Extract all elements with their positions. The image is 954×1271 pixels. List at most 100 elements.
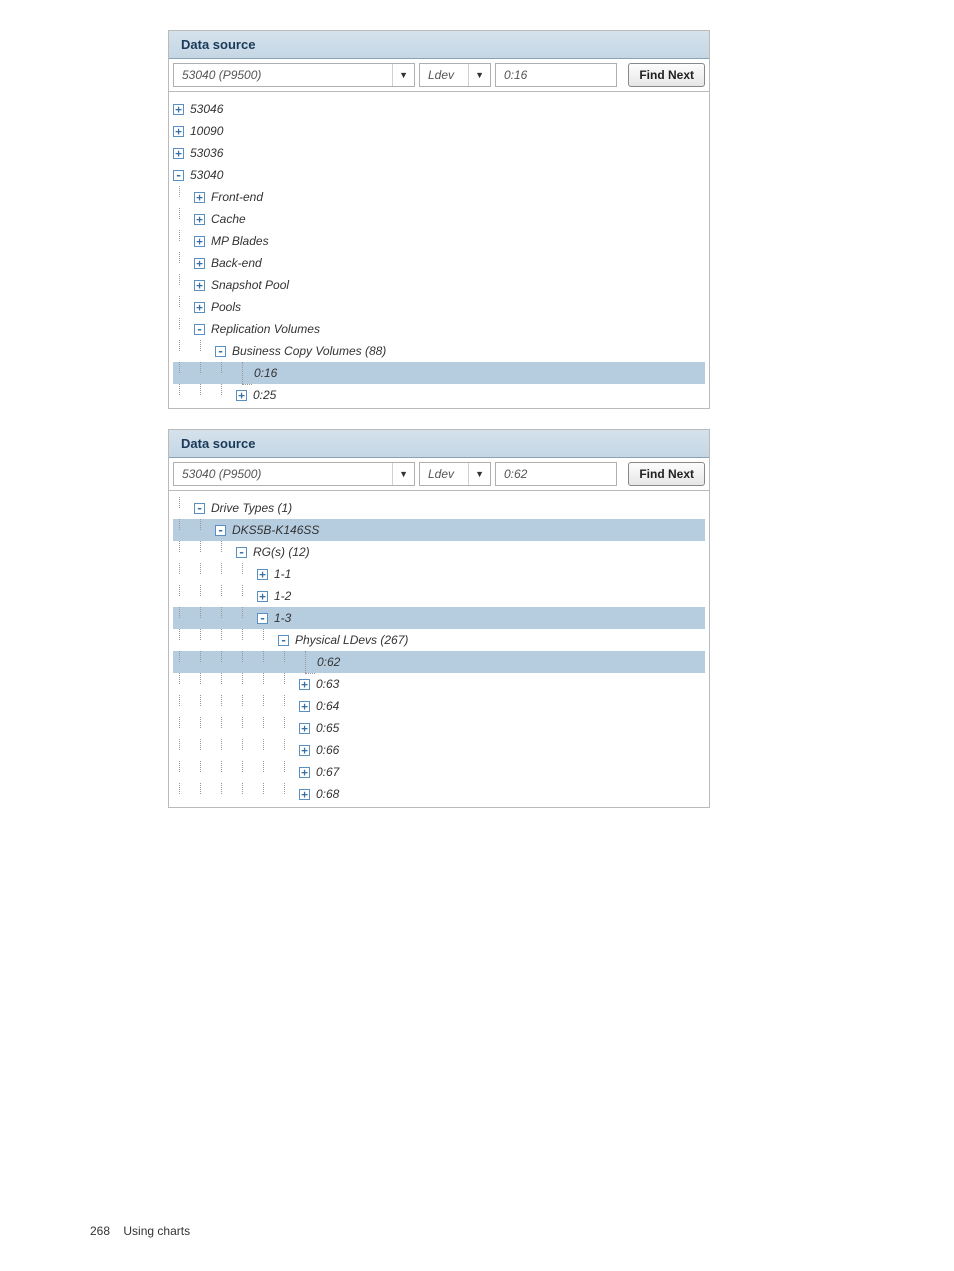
tree-node[interactable]: +Pools <box>173 296 705 318</box>
tree-node[interactable]: + Front-end <box>173 186 705 208</box>
section-title: Using charts <box>123 1224 190 1238</box>
tree-node[interactable]: 0:16 <box>173 362 705 384</box>
find-next-button[interactable]: Find Next <box>628 462 705 486</box>
expand-icon[interactable]: + <box>299 701 310 712</box>
expand-icon[interactable]: + <box>299 745 310 756</box>
tree-node-label: MP Blades <box>211 234 269 248</box>
source-select-value: 53040 (P9500) <box>174 68 392 82</box>
tree-node-label: Drive Types (1) <box>211 501 292 515</box>
tree-node-label: Replication Volumes <box>211 322 320 336</box>
tree-node[interactable]: -1-3 <box>173 607 705 629</box>
tree-node[interactable]: -Replication Volumes <box>173 318 705 340</box>
collapse-icon[interactable]: - <box>194 503 205 514</box>
chevron-down-icon: ▼ <box>468 64 490 86</box>
tree-node[interactable]: -Business Copy Volumes (88) <box>173 340 705 362</box>
tree-node[interactable]: -Drive Types (1) <box>173 497 705 519</box>
tree-node[interactable]: +0:68 <box>173 783 705 805</box>
collapse-icon[interactable]: - <box>257 613 268 624</box>
tree-node[interactable]: +1-2 <box>173 585 705 607</box>
id-input-value: 0:62 <box>496 467 616 481</box>
tree-node-label: 0:68 <box>316 787 339 801</box>
tree-node[interactable]: +0:25 <box>173 384 705 406</box>
expand-icon[interactable]: + <box>257 591 268 602</box>
tree-node-label: 1-1 <box>274 567 291 581</box>
expand-icon[interactable]: + <box>173 148 184 159</box>
tree-node-label: Back-end <box>211 256 262 270</box>
page-number: 268 <box>90 1224 110 1238</box>
expand-icon[interactable]: + <box>257 569 268 580</box>
collapse-icon[interactable]: - <box>215 525 226 536</box>
chevron-down-icon: ▼ <box>392 463 414 485</box>
id-input[interactable]: 0:16 <box>495 63 617 87</box>
type-select-value: Ldev <box>420 68 468 82</box>
collapse-icon[interactable]: - <box>236 547 247 558</box>
expand-icon[interactable]: + <box>194 214 205 225</box>
tree-view[interactable]: -Drive Types (1)-DKS5B-K146SS-RG(s) (12)… <box>169 491 709 807</box>
tree-node[interactable]: -Physical LDevs (267) <box>173 629 705 651</box>
tree-node-label: 1-3 <box>274 611 291 625</box>
tree-node[interactable]: +0:63 <box>173 673 705 695</box>
tree-node-label: 0:64 <box>316 699 339 713</box>
chevron-down-icon: ▼ <box>392 64 414 86</box>
tree-node[interactable]: + Back-end <box>173 252 705 274</box>
expand-icon[interactable]: + <box>194 302 205 313</box>
tree-node-label: 1-2 <box>274 589 291 603</box>
source-select-value: 53040 (P9500) <box>174 467 392 481</box>
collapse-icon[interactable]: - <box>215 346 226 357</box>
tree-node-label: 0:62 <box>317 655 340 669</box>
tree-node[interactable]: + MP Blades <box>173 230 705 252</box>
type-select[interactable]: Ldev ▼ <box>419 462 491 486</box>
tree-view[interactable]: +53046+10090+53036-53040+Front-end+Cache… <box>169 92 709 408</box>
type-select[interactable]: Ldev ▼ <box>419 63 491 87</box>
expand-icon[interactable]: + <box>299 679 310 690</box>
expand-icon[interactable]: + <box>173 104 184 115</box>
expand-icon[interactable]: + <box>194 258 205 269</box>
tree-node-label: RG(s) (12) <box>253 545 310 559</box>
tree-node[interactable]: +0:64 <box>173 695 705 717</box>
data-source-panel-1: Data source 53040 (P9500) ▼ Ldev ▼ 0:16 … <box>168 30 710 409</box>
expand-icon[interactable]: + <box>299 723 310 734</box>
tree-node-label: Snapshot Pool <box>211 278 289 292</box>
tree-node[interactable]: +10090 <box>173 120 705 142</box>
tree-node-label: 53040 <box>190 168 223 182</box>
tree-node[interactable]: +0:67 <box>173 761 705 783</box>
tree-node[interactable]: 0:62 <box>173 651 705 673</box>
tree-node[interactable]: +53046 <box>173 98 705 120</box>
tree-node-label: 0:66 <box>316 743 339 757</box>
tree-node[interactable]: +Cache <box>173 208 705 230</box>
toolbar: 53040 (P9500) ▼ Ldev ▼ 0:16 Find Next <box>169 59 709 92</box>
collapse-icon[interactable]: - <box>194 324 205 335</box>
toolbar: 53040 (P9500) ▼ Ldev ▼ 0:62 Find Next <box>169 458 709 491</box>
tree-node[interactable]: -DKS5B-K146SS <box>173 519 705 541</box>
tree-node[interactable]: +0:66 <box>173 739 705 761</box>
tree-node-label: 0:16 <box>254 366 277 380</box>
tree-node[interactable]: -RG(s) (12) <box>173 541 705 563</box>
find-next-button[interactable]: Find Next <box>628 63 705 87</box>
type-select-value: Ldev <box>420 467 468 481</box>
source-select[interactable]: 53040 (P9500) ▼ <box>173 63 415 87</box>
source-select[interactable]: 53040 (P9500) ▼ <box>173 462 415 486</box>
expand-icon[interactable]: + <box>299 789 310 800</box>
tree-node-label: 0:65 <box>316 721 339 735</box>
tree-node-label: Front-end <box>211 190 263 204</box>
expand-icon[interactable]: + <box>299 767 310 778</box>
tree-node[interactable]: +0:65 <box>173 717 705 739</box>
chevron-down-icon: ▼ <box>468 463 490 485</box>
tree-node-label: 53036 <box>190 146 223 160</box>
expand-icon[interactable]: + <box>194 236 205 247</box>
expand-icon[interactable]: + <box>173 126 184 137</box>
expand-icon[interactable]: + <box>236 390 247 401</box>
tree-node-label: 0:67 <box>316 765 339 779</box>
panel-title: Data source <box>169 31 709 59</box>
id-input[interactable]: 0:62 <box>495 462 617 486</box>
tree-node[interactable]: + Snapshot Pool <box>173 274 705 296</box>
tree-node[interactable]: +53036 <box>173 142 705 164</box>
expand-icon[interactable]: + <box>194 192 205 203</box>
expand-icon[interactable]: + <box>194 280 205 291</box>
collapse-icon[interactable]: - <box>278 635 289 646</box>
tree-node[interactable]: -53040 <box>173 164 705 186</box>
tree-node-label: Business Copy Volumes (88) <box>232 344 386 358</box>
tree-node[interactable]: +1-1 <box>173 563 705 585</box>
tree-node-label: 0:25 <box>253 388 276 402</box>
collapse-icon[interactable]: - <box>173 170 184 181</box>
